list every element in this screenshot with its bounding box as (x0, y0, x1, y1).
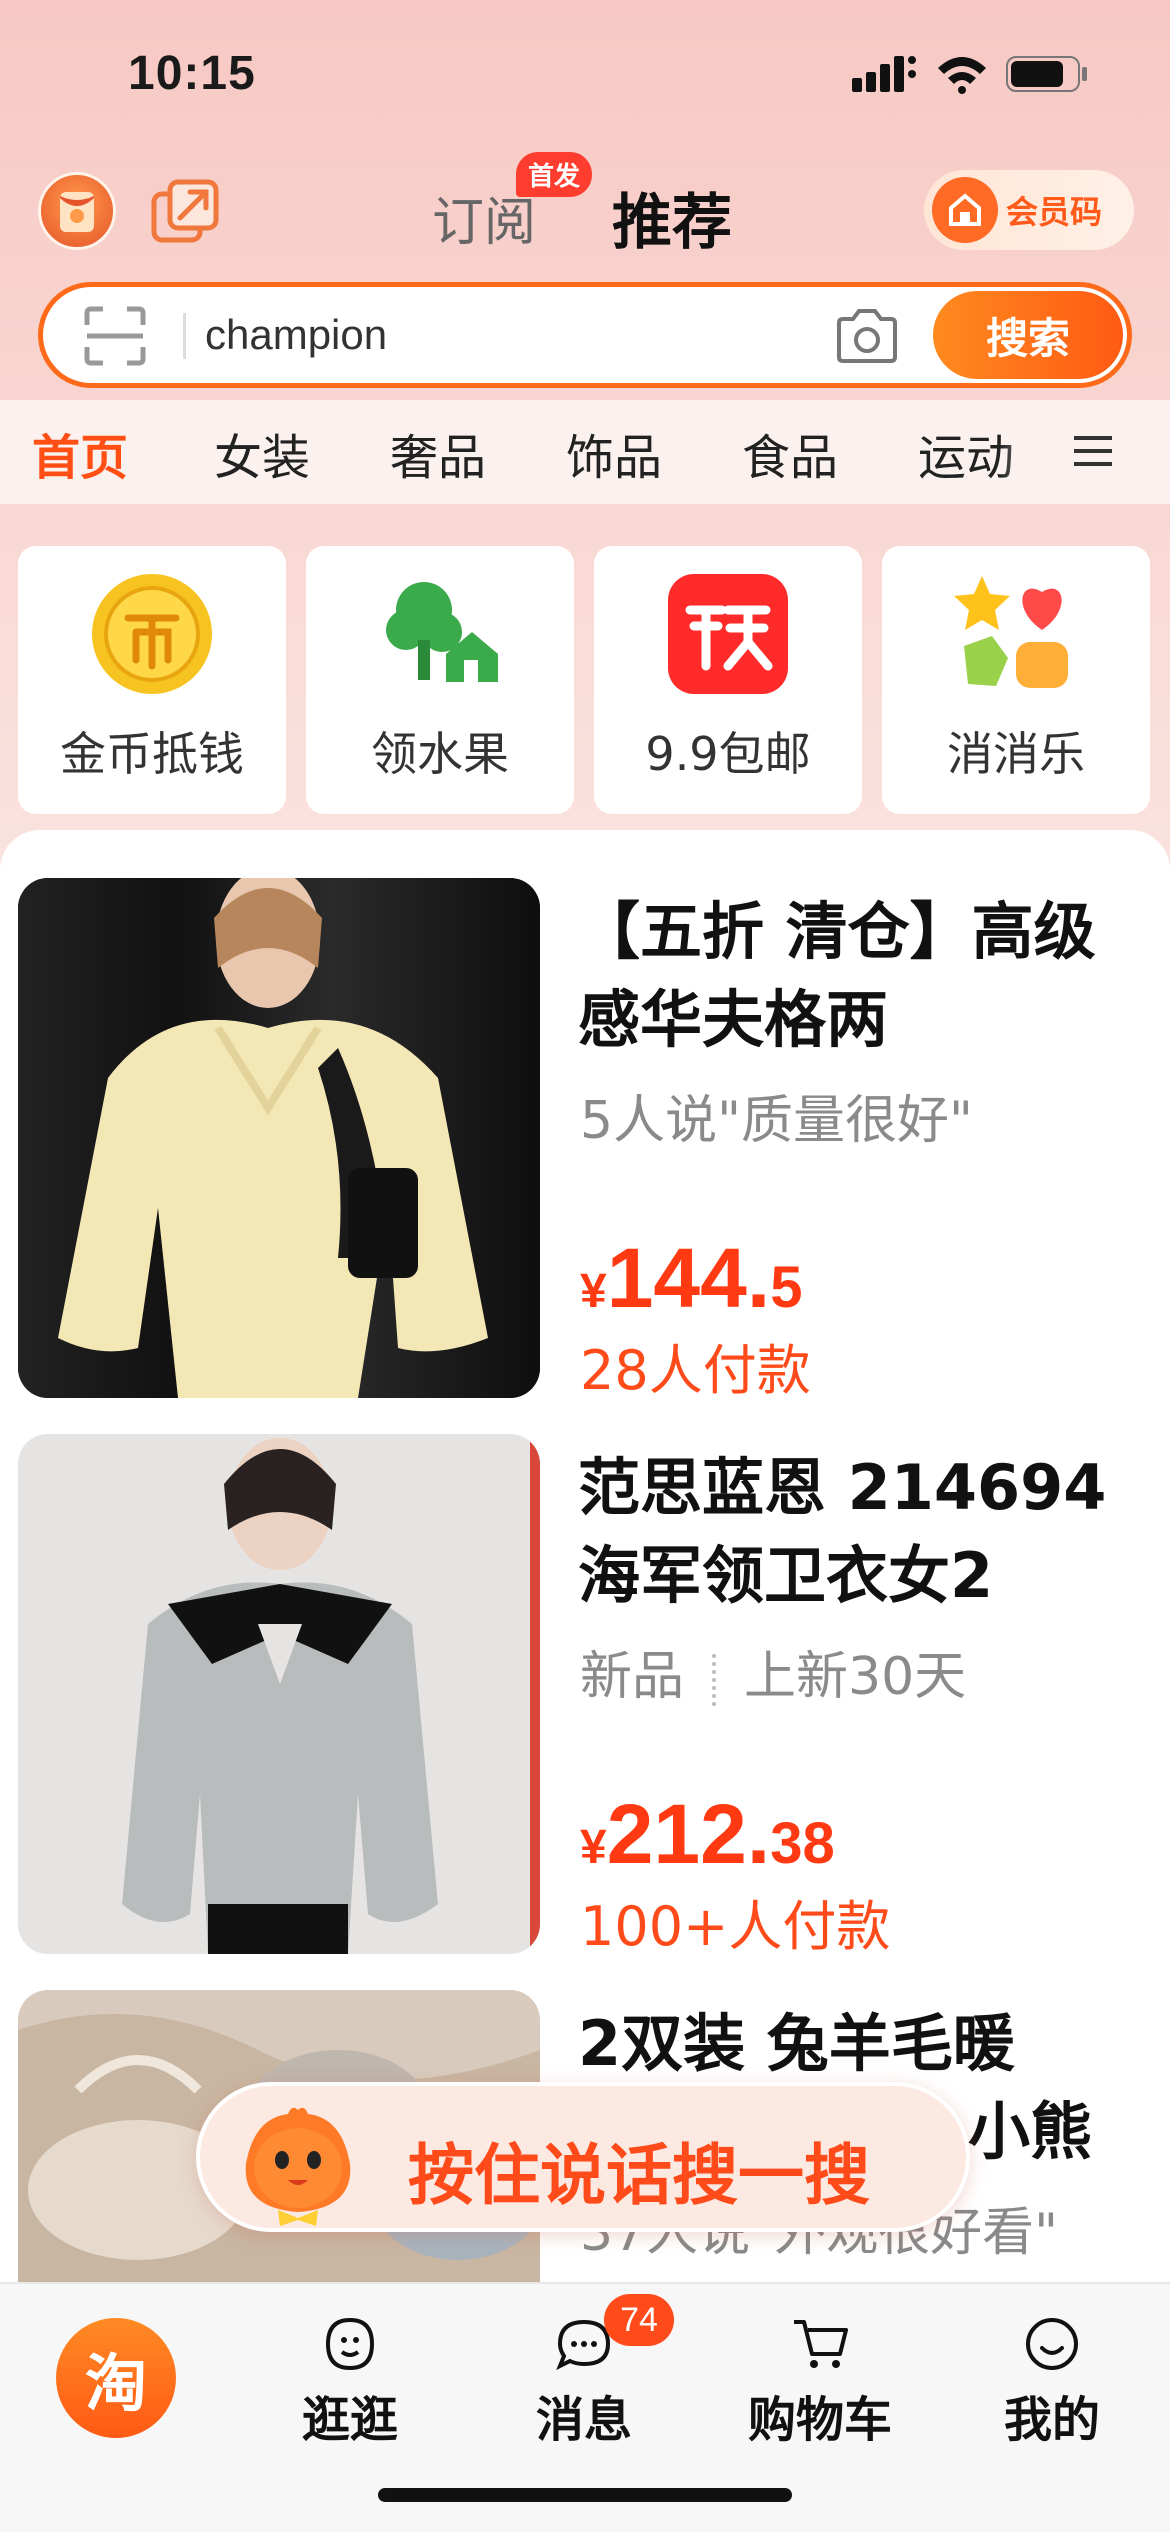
quick-links: 金币抵钱 领水果 9.9包邮 消消乐 (18, 546, 1152, 814)
scan-icon[interactable] (83, 305, 147, 367)
tag-separator (712, 1654, 717, 1706)
category-tab-accessories[interactable]: 饰品 (566, 418, 662, 488)
first-release-badge: 首发 (516, 152, 593, 197)
cart-icon (794, 2320, 848, 2368)
tag-new: 新品 (580, 1647, 685, 1707)
mascot-icon (245, 2107, 351, 2226)
member-store-icon (932, 177, 998, 243)
product-sold-count: 100+人付款 (580, 1895, 891, 1958)
share-link-icon[interactable] (150, 178, 220, 244)
product-tags: 新品 上新30天 (580, 1634, 966, 1709)
product-image (18, 878, 540, 1398)
tab-messages-label: 消息 (535, 2392, 632, 2448)
wifi-icon (938, 57, 986, 94)
product-title: 范思蓝恩 214694海军领卫衣女2 (578, 1451, 1107, 1612)
quick-link-label: 领水果 (371, 727, 509, 781)
category-tab-luxury[interactable]: 奢品 (390, 418, 486, 488)
quick-link-label: 消消乐 (947, 727, 1085, 781)
price-currency: ¥ (580, 1265, 607, 1318)
price-decimal: 5 (770, 1255, 803, 1320)
product-price: ¥212.38 (580, 1786, 835, 1883)
category-tab-food[interactable]: 食品 (742, 418, 838, 488)
tab-recommend[interactable]: 推荐 (612, 174, 732, 261)
tab-cart-label: 购物车 (747, 2392, 892, 2448)
price-decimal: 38 (770, 1811, 835, 1876)
tab-browse[interactable]: 逛逛 (260, 2314, 440, 2454)
cellular-signal-icon (852, 56, 916, 92)
browse-icon (325, 2317, 375, 2371)
search-input[interactable] (205, 305, 765, 365)
category-nav: 首页 女装 奢品 饰品 食品 运动 (0, 400, 1170, 504)
tab-browse-label: 逛逛 (301, 2392, 398, 2448)
member-code-label: 会员码 (1006, 193, 1103, 231)
quick-link-game[interactable]: 消消乐 (882, 546, 1150, 814)
quick-link-flash-sale[interactable]: 9.9包邮 (594, 546, 862, 814)
quick-link-label: 金币抵钱 (60, 727, 244, 781)
avatar[interactable] (38, 172, 116, 250)
menu-icon[interactable] (1072, 430, 1114, 472)
quick-link-label: 9.9包邮 (645, 727, 811, 781)
product-card[interactable]: 【五折 清仓】高级感华夫格两 5人说"质量很好" ¥144.5 28人付款 (18, 878, 1152, 1402)
quick-link-fruit[interactable]: 领水果 (306, 546, 574, 814)
tab-home[interactable]: 淘 (56, 2318, 176, 2438)
product-feed: 【五折 清仓】高级感华夫格两 5人说"质量很好" ¥144.5 28人付款 范思… (0, 830, 1170, 2282)
product-image (18, 1434, 540, 1954)
flash-sale-icon (668, 574, 788, 694)
camera-icon[interactable] (835, 307, 899, 365)
search-button[interactable]: 搜索 (933, 291, 1123, 379)
messages-unread-badge: 74 (604, 2294, 674, 2346)
tag-new-arrival: 上新30天 (744, 1647, 967, 1707)
tab-me-label: 我的 (1003, 2392, 1100, 2448)
price-integer: 144. (606, 1231, 771, 1325)
battery-icon (1006, 56, 1087, 92)
product-review-snippet: 5人说"质量很好" (580, 1091, 973, 1151)
search-bar: 搜索 (38, 282, 1132, 388)
status-bar: 10:15 (0, 0, 1170, 150)
price-currency: ¥ (580, 1821, 607, 1874)
product-sold-count: 28人付款 (580, 1339, 811, 1402)
search-divider (183, 313, 186, 359)
gold-coin-icon (92, 574, 212, 694)
category-fade (1000, 400, 1060, 504)
voice-search-button[interactable]: 按住说话搜一搜 (196, 2082, 970, 2232)
price-integer: 212. (606, 1787, 771, 1881)
tab-me[interactable]: 我的 (962, 2314, 1142, 2454)
home-indicator (378, 2488, 792, 2502)
match-game-icon (954, 576, 1068, 688)
product-title-line: 2双装 兔羊毛暖 (578, 2007, 1015, 2080)
tab-cart[interactable]: 购物车 (730, 2314, 910, 2454)
product-card[interactable]: 范思蓝恩 214694海军领卫衣女2 新品 上新30天 ¥212.38 100+人… (18, 1434, 1152, 1958)
category-tab-women[interactable]: 女装 (214, 418, 310, 488)
voice-search-label: 按住说话搜一搜 (408, 2137, 870, 2214)
member-code-button[interactable]: 会员码 (924, 170, 1134, 250)
taobao-logo-icon: 淘 (84, 2347, 147, 2420)
category-tab-home[interactable]: 首页 (32, 418, 128, 488)
profile-smile-icon (1026, 2318, 1078, 2370)
quick-link-coins[interactable]: 金币抵钱 (18, 546, 286, 814)
top-header: 订阅 首发 推荐 会员码 (0, 150, 1170, 270)
tree-house-icon (386, 582, 498, 682)
status-time: 10:15 (128, 47, 256, 100)
product-price: ¥144.5 (580, 1230, 802, 1327)
red-envelope-icon (60, 192, 94, 232)
product-title: 【五折 清仓】高级感华夫格两 (578, 895, 1096, 1056)
